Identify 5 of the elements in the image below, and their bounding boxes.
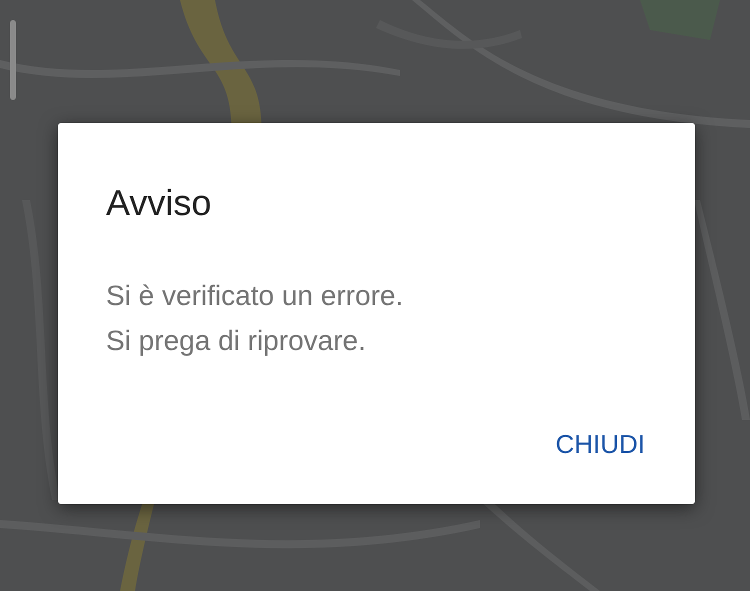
dialog-title: Avviso [106,181,212,225]
dialog-message: Si è verificato un errore. [106,279,404,313]
dialog-message: Si prega di riprovare. [106,324,367,358]
close-button[interactable]: CHIUDI [555,425,645,464]
scrollbar[interactable] [10,20,16,100]
